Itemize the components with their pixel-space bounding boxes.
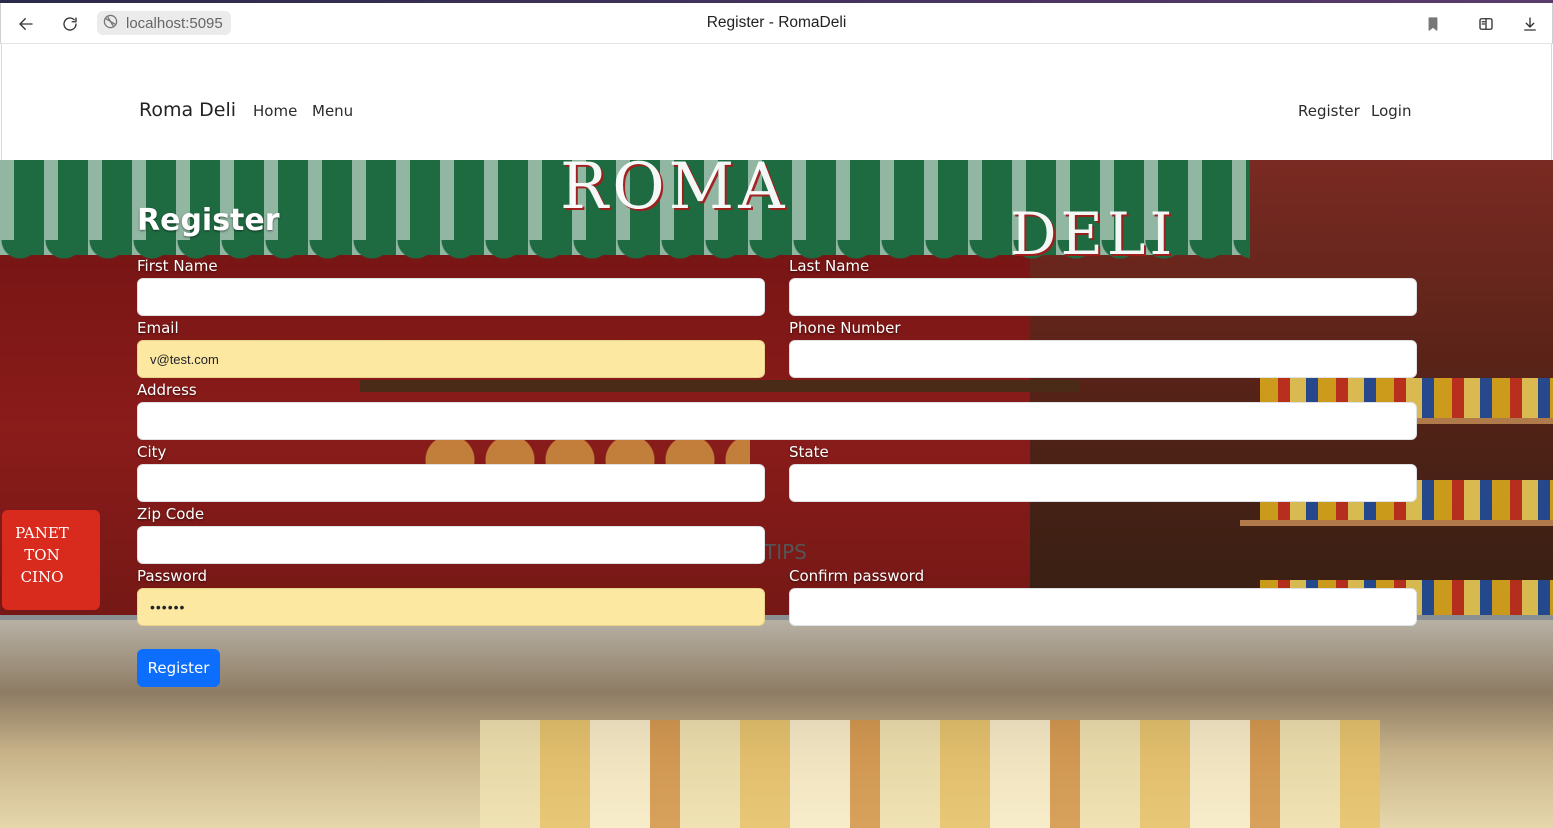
confirm-password-label: Confirm password bbox=[789, 567, 925, 585]
last-name-input[interactable] bbox=[789, 278, 1417, 316]
email-label: Email bbox=[137, 319, 179, 337]
awning-text-roma: ROMA bbox=[560, 160, 789, 224]
reading-list-icon[interactable] bbox=[1473, 11, 1499, 37]
url-text: localhost:5095 bbox=[126, 14, 223, 32]
nav-register-link[interactable]: Register bbox=[1298, 102, 1360, 120]
email-input[interactable] bbox=[137, 340, 765, 378]
site-navbar: Roma Deli Home Menu Register Login bbox=[1, 44, 1552, 160]
city-label: City bbox=[137, 443, 167, 461]
nav-menu-link[interactable]: Menu bbox=[312, 102, 353, 120]
register-submit-button[interactable]: Register bbox=[137, 649, 220, 687]
panettone-label: PANET TON CINO bbox=[15, 524, 69, 586]
first-name-input[interactable] bbox=[137, 278, 765, 316]
brand-link[interactable]: Roma Deli bbox=[139, 99, 236, 121]
panettone-box: PANET TON CINO bbox=[2, 510, 100, 610]
display-case-items bbox=[480, 720, 1380, 828]
address-input[interactable] bbox=[137, 402, 1417, 440]
page-title: Register bbox=[137, 203, 280, 238]
site-info-icon[interactable] bbox=[103, 14, 118, 33]
zip-code-input[interactable] bbox=[137, 526, 765, 564]
tips-sign: TIPS bbox=[764, 540, 807, 564]
password-label: Password bbox=[137, 567, 208, 585]
reload-icon[interactable] bbox=[57, 11, 83, 37]
last-name-label: Last Name bbox=[789, 257, 870, 275]
phone-number-input[interactable] bbox=[789, 340, 1417, 378]
confirm-password-input[interactable] bbox=[789, 588, 1417, 626]
bookmark-icon[interactable] bbox=[1420, 11, 1446, 37]
middle-shelf bbox=[360, 380, 1080, 392]
shelf bbox=[1240, 520, 1553, 526]
download-icon[interactable] bbox=[1517, 11, 1543, 37]
nav-home-link[interactable]: Home bbox=[253, 102, 297, 120]
zip-code-label: Zip Code bbox=[137, 505, 205, 523]
browser-toolbar: localhost:5095 Register - RomaDeli bbox=[0, 3, 1553, 44]
phone-number-label: Phone Number bbox=[789, 319, 901, 337]
address-bar[interactable]: localhost:5095 bbox=[97, 11, 231, 35]
password-input[interactable] bbox=[137, 588, 765, 626]
first-name-label: First Name bbox=[137, 257, 218, 275]
page-tab-title: Register - RomaDeli bbox=[706, 14, 847, 31]
awning-text-deli: DELI bbox=[1010, 200, 1177, 268]
state-label: State bbox=[789, 443, 829, 461]
address-label: Address bbox=[137, 381, 197, 399]
nav-login-link[interactable]: Login bbox=[1371, 102, 1411, 120]
city-input[interactable] bbox=[137, 464, 765, 502]
back-arrow-icon[interactable] bbox=[13, 11, 39, 37]
state-input[interactable] bbox=[789, 464, 1417, 502]
